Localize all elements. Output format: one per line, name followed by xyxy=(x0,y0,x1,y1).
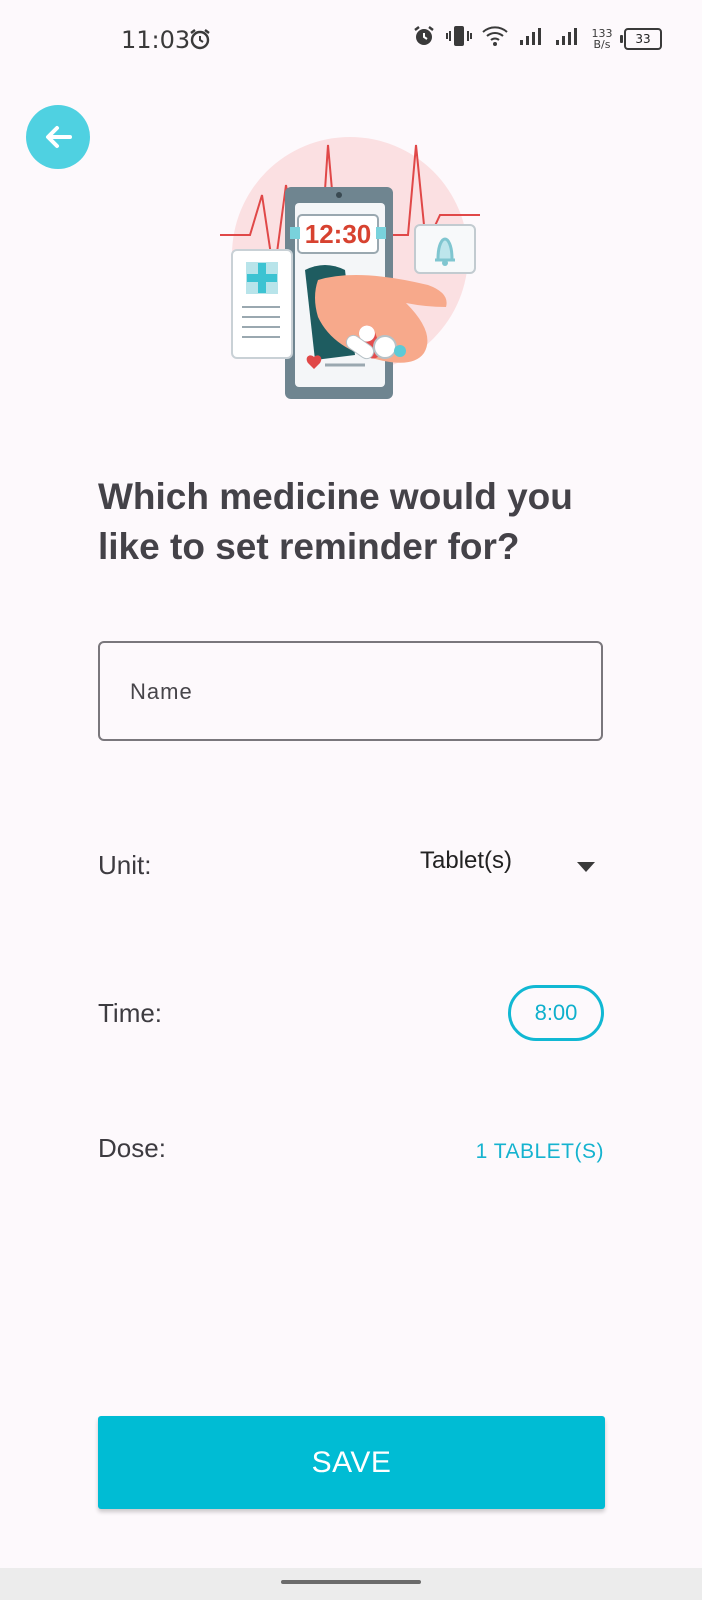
battery-icon: 33 xyxy=(620,27,662,50)
navigation-bar xyxy=(0,1568,702,1600)
vibrate-icon xyxy=(446,24,472,53)
medicine-reminder-illustration: 12:30 xyxy=(210,135,490,405)
unit-label: Unit: xyxy=(98,850,152,880)
alarm-icon xyxy=(412,24,436,53)
network-speed-unit: B/s xyxy=(593,37,611,51)
status-icons: 133 B/s 33 xyxy=(412,24,662,53)
wifi-icon xyxy=(482,25,508,52)
back-button[interactable] xyxy=(26,105,90,169)
dropdown-arrow-icon xyxy=(577,859,595,877)
signal-icon xyxy=(518,26,544,51)
time-picker-button[interactable]: 8:00 xyxy=(508,985,604,1041)
clock-text: 12:30 xyxy=(305,219,372,249)
status-time: 11:03 xyxy=(121,26,191,54)
page-title: Which medicine would you like to set rem… xyxy=(98,476,573,567)
unit-value: Tablet(s) xyxy=(420,847,513,874)
home-gesture-handle[interactable] xyxy=(281,1580,421,1584)
network-speed: 133 B/s xyxy=(590,28,614,50)
unit-dropdown[interactable]: Tablet(s) xyxy=(420,847,605,887)
signal-icon xyxy=(554,26,580,51)
time-label: Time: xyxy=(98,998,163,1028)
status-bar: 11:03 133 B/s 33 xyxy=(0,0,702,80)
network-speed-value: 133 xyxy=(591,26,613,40)
dose-button[interactable]: 1 TABLET(S) xyxy=(476,1140,604,1164)
save-button[interactable]: SAVE xyxy=(98,1416,605,1509)
dose-label: Dose: xyxy=(98,1133,166,1163)
medicine-name-input[interactable] xyxy=(128,673,572,711)
alarm-icon xyxy=(188,27,212,56)
medicine-name-field[interactable] xyxy=(98,641,603,741)
arrow-left-icon xyxy=(46,126,72,148)
